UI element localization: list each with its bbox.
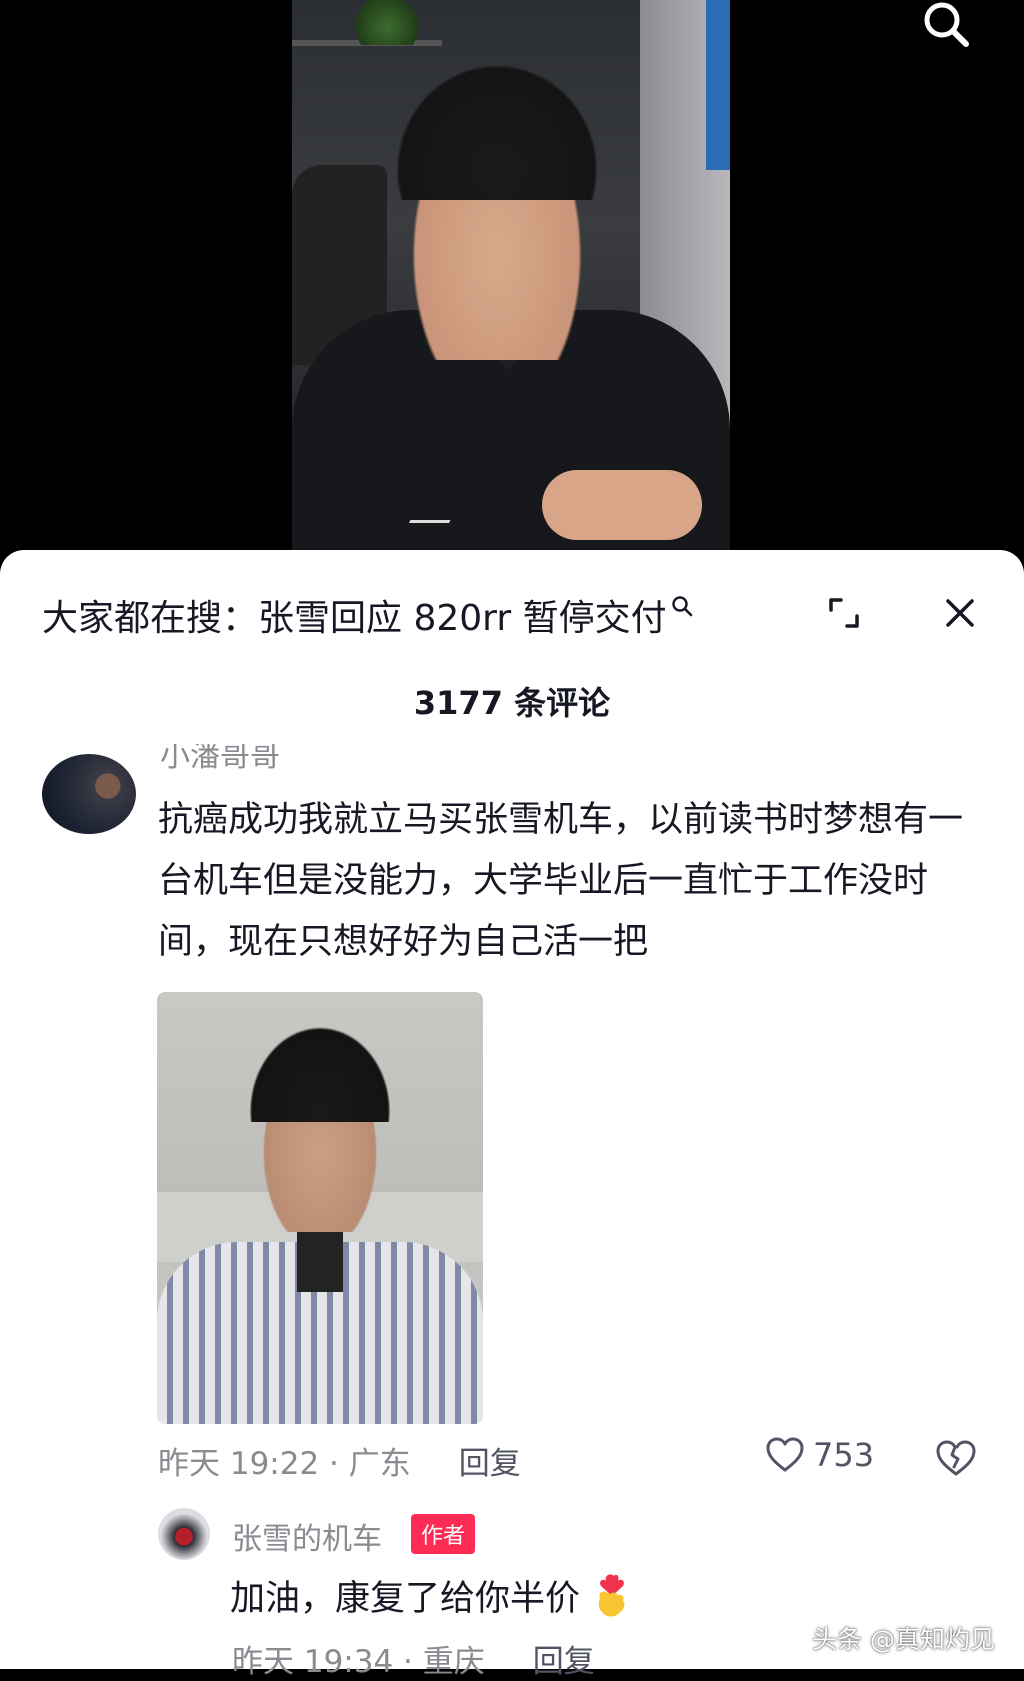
speaker-hair — [382, 50, 612, 200]
dislike-button[interactable] — [934, 1436, 978, 1480]
expand-icon — [829, 598, 859, 628]
hot-search-label: 大家都在搜： — [42, 598, 259, 639]
video-frame[interactable] — [292, 0, 730, 560]
reply-text: 加油，康复了给你半价 — [230, 1579, 581, 1619]
close-button[interactable] — [936, 589, 984, 637]
broken-heart-icon — [936, 1440, 976, 1476]
image-person-neck — [297, 1232, 343, 1292]
search-button[interactable] — [916, 0, 976, 52]
watermark: 头条 @真知灼见 — [812, 1625, 995, 1654]
search-icon — [671, 596, 692, 617]
comment-count: 3177 条评论 — [413, 684, 611, 722]
author-badge: 作者 — [411, 1514, 476, 1554]
search-icon — [924, 2, 969, 47]
author-avatar[interactable] — [158, 1508, 210, 1560]
expand-button[interactable] — [820, 589, 868, 637]
like-button[interactable]: 753 — [765, 1436, 874, 1474]
comment-username[interactable]: 小潘哥哥 — [160, 744, 280, 770]
comment-meta: 昨天 19:22 · 广东 回复 — [158, 1438, 521, 1482]
avatar[interactable] — [42, 754, 136, 834]
reply-meta: 昨天 19:34 · 重庆 回复 — [232, 1636, 595, 1681]
bg-cabinet-panel — [706, 0, 730, 170]
reply-time-location: 昨天 19:34 · 重庆 — [232, 1643, 485, 1680]
speaker-hands — [542, 470, 702, 540]
hot-search-query[interactable]: 张雪回应 820rr 暂停交付 — [258, 589, 667, 641]
reply-username[interactable]: 张雪的机车 — [232, 1514, 382, 1558]
video-player[interactable] — [0, 0, 1024, 560]
heart-icon — [766, 1437, 804, 1472]
comment-text: 抗癌成功我就立马买张雪机车，以前读书时梦想有一台机车但是没能力，大学毕业后一直忙… — [158, 800, 964, 962]
hot-search-bar[interactable]: 大家都在搜： 张雪回应 820rr 暂停交付 — [42, 590, 693, 640]
bg-plant — [352, 0, 422, 45]
comment-time-location: 昨天 19:22 · 广东 — [158, 1445, 411, 1482]
close-icon — [946, 599, 974, 627]
reply-button-2[interactable]: 回复 — [533, 1636, 595, 1681]
reply-text-row: 加油，康复了给你半价 — [230, 1570, 632, 1621]
reply-button[interactable]: 回复 — [459, 1438, 521, 1483]
comments-sheet: 大家都在搜： 张雪回应 820rr 暂停交付 3177 条评论 — [0, 550, 1024, 1669]
image-person-hair — [237, 1012, 403, 1122]
like-count: 753 — [813, 1436, 875, 1474]
comment-image[interactable] — [157, 992, 483, 1424]
finger-heart-emoji-icon — [598, 1573, 625, 1616]
